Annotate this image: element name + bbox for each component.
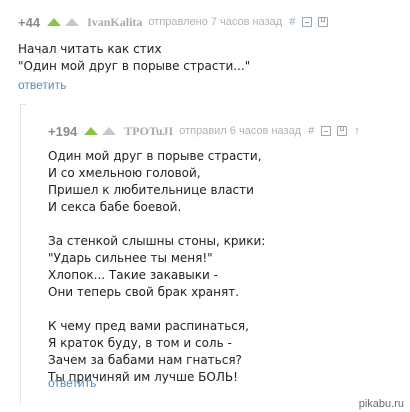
upvote-icon[interactable] (84, 127, 99, 135)
arrow-up-icon[interactable]: ↑ (354, 125, 360, 137)
site-watermark: pikabu.ru (358, 398, 404, 410)
hash-icon[interactable]: # (308, 125, 314, 137)
comment-rating: +44 (18, 14, 41, 30)
reply-link[interactable]: ответить (18, 78, 66, 92)
comment-author[interactable]: IvanKalita (87, 15, 142, 30)
comment-timestamp: отправлено 7 часов назад (148, 16, 283, 28)
comment-timestamp: отправил 6 часов назад (179, 125, 302, 137)
comment-body: Начал читать как стих "Один мой друг в п… (18, 42, 251, 73)
downvote-icon[interactable] (65, 18, 80, 26)
thread-line (20, 104, 21, 404)
reply-link[interactable]: ответить (48, 376, 96, 390)
save-icon[interactable] (318, 17, 329, 27)
comment-author[interactable]: TPOTuJI (124, 124, 173, 139)
comment-rating: +194 (48, 123, 78, 139)
upvote-icon[interactable] (47, 18, 62, 26)
comment-header: +44 IvanKalita отправлено 7 часов назад … (18, 14, 329, 30)
downvote-icon[interactable] (102, 127, 117, 135)
comment-body: Один мой друг в порыве страсти, И со хме… (48, 149, 266, 384)
save-icon[interactable] (337, 126, 348, 136)
hash-icon[interactable]: # (289, 16, 295, 28)
minimize-icon[interactable] (321, 126, 332, 136)
comment-header: +194 TPOTuJI отправил 6 часов назад # ↑ (48, 123, 360, 139)
minimize-icon[interactable] (302, 17, 313, 27)
